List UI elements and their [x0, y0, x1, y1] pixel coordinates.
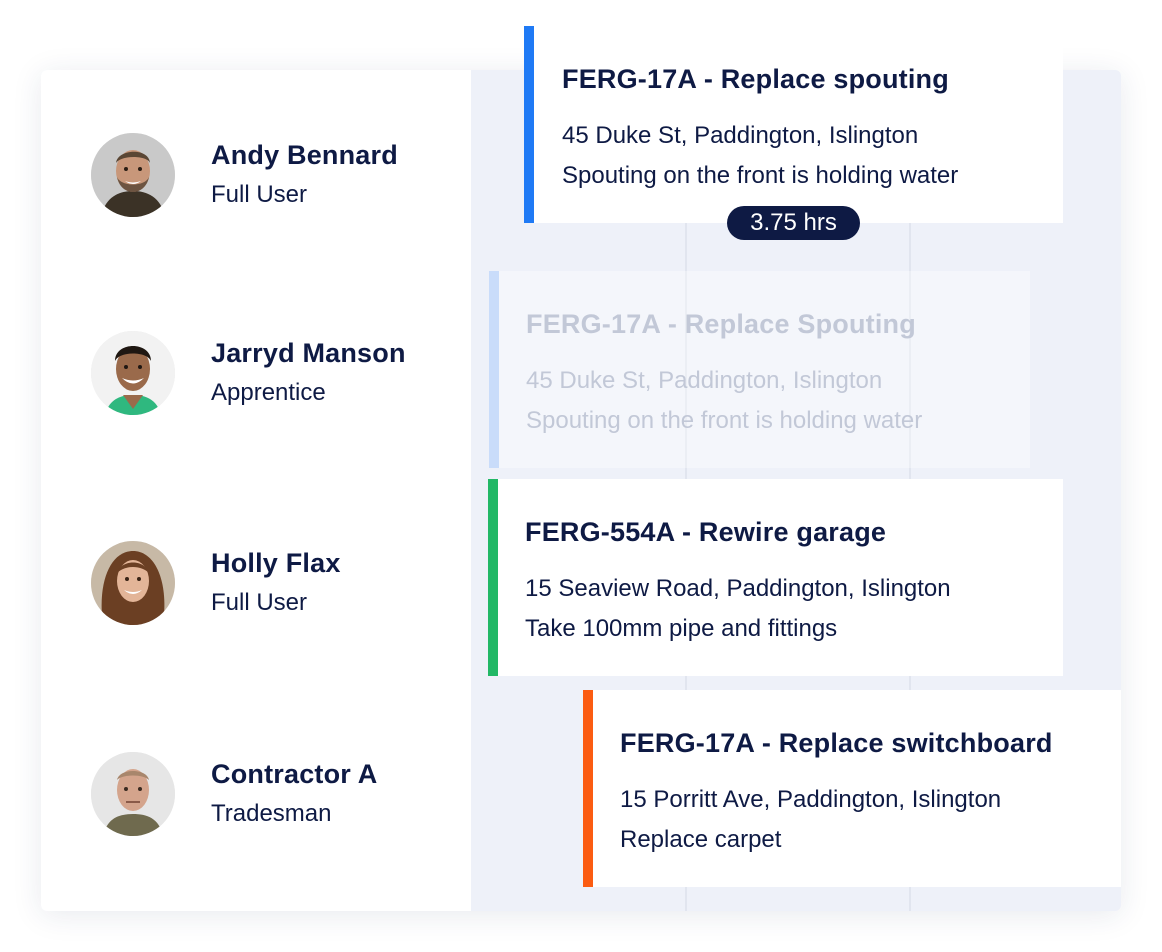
staff-role: Tradesman — [211, 800, 332, 827]
job-address: 45 Duke St, Paddington, Islington — [526, 367, 883, 394]
job-title: FERG-17A - Replace Spouting — [526, 309, 916, 339]
job-title: FERG-554A - Rewire garage — [525, 517, 887, 547]
staff-name: Andy Bennard — [211, 140, 398, 170]
job-color-bar — [524, 26, 534, 223]
job-card-ghost: FERG-17A - Replace Spouting 45 Duke St, … — [489, 271, 1030, 468]
staff-name: Holly Flax — [211, 548, 341, 578]
staff-role: Full User — [211, 181, 308, 208]
staff-role: Apprentice — [211, 379, 326, 406]
avatar — [91, 752, 175, 836]
staff-row-holly[interactable]: Holly Flax Full User — [91, 541, 341, 625]
staff-name: Contractor A — [211, 759, 378, 789]
staff-role: Full User — [211, 589, 308, 616]
job-card[interactable]: FERG-17A - Replace switchboard 15 Porrit… — [583, 690, 1121, 887]
avatar — [91, 541, 175, 625]
job-address: 15 Porritt Ave, Paddington, Islington — [620, 786, 1002, 813]
job-title: FERG-17A - Replace spouting — [562, 64, 949, 94]
staff-name: Jarryd Manson — [211, 338, 406, 368]
staff-row-andy[interactable]: Andy Bennard Full User — [91, 133, 398, 217]
job-color-bar — [489, 271, 499, 468]
avatar — [91, 133, 175, 217]
staff-column: Andy Bennard Full User Jarryd Manson App… — [41, 70, 471, 911]
scheduler-view: Andy Bennard Full User Jarryd Manson App… — [0, 0, 1162, 952]
job-color-bar — [488, 479, 498, 676]
job-address: 15 Seaview Road, Paddington, Islington — [525, 575, 951, 602]
job-card[interactable]: FERG-554A - Rewire garage 15 Seaview Roa… — [488, 479, 1063, 676]
avatar — [91, 331, 175, 415]
job-description: Replace carpet — [620, 826, 782, 853]
staff-row-contractor[interactable]: Contractor A Tradesman — [91, 752, 377, 836]
job-description: Spouting on the front is holding water — [562, 162, 959, 189]
job-card[interactable]: FERG-17A - Replace spouting 45 Duke St, … — [524, 26, 1063, 223]
job-color-bar — [583, 690, 593, 887]
job-description: Spouting on the front is holding water — [526, 407, 923, 434]
job-description: Take 100mm pipe and fittings — [525, 615, 838, 642]
duration-badge: 3.75 hrs — [727, 206, 860, 240]
job-title: FERG-17A - Replace switchboard — [620, 728, 1053, 758]
staff-row-jarryd[interactable]: Jarryd Manson Apprentice — [91, 331, 406, 415]
job-address: 45 Duke St, Paddington, Islington — [562, 122, 919, 149]
